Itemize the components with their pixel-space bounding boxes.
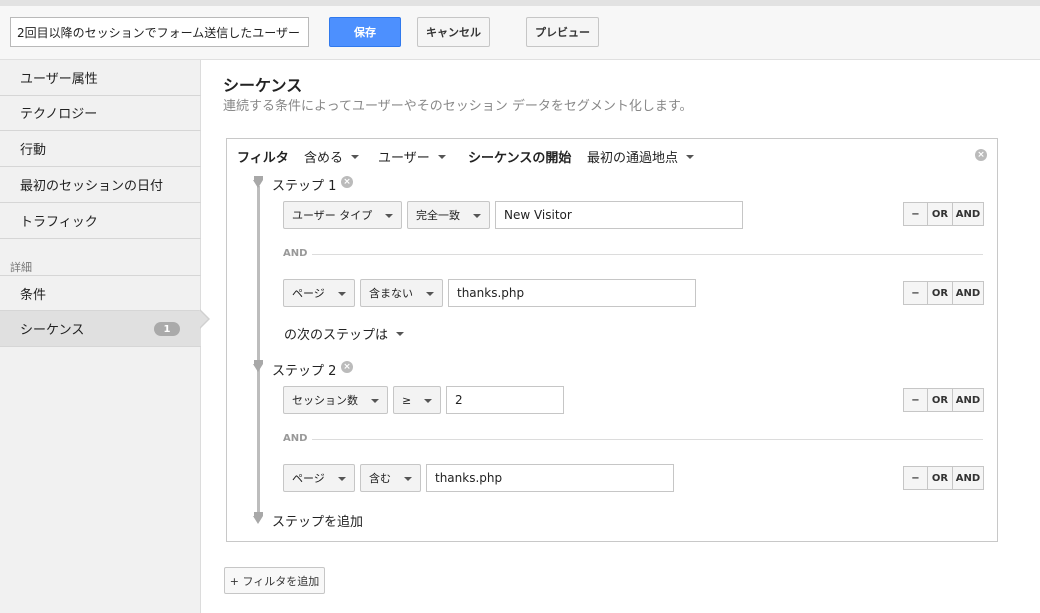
advanced-heading: 詳細 xyxy=(10,261,32,274)
sidebar-item-label: 最初のセッションの日付 xyxy=(20,179,164,194)
scope-value: ユーザー xyxy=(378,151,430,166)
chevron-down-icon xyxy=(338,292,346,296)
segment-name-input[interactable] xyxy=(10,17,309,47)
and-separator-label: AND xyxy=(283,248,308,259)
or-button[interactable]: OR xyxy=(928,388,953,412)
include-dropdown[interactable]: 含める xyxy=(304,147,360,166)
sequence-start-label: シーケンスの開始 xyxy=(468,151,572,166)
chevron-down-icon xyxy=(686,154,695,159)
remove-condition-button[interactable]: − xyxy=(903,281,928,305)
step1-cond2-operator-dropdown[interactable]: 含まない xyxy=(360,279,443,307)
sidebar-item-behavior[interactable]: 行動 xyxy=(0,131,201,167)
step2-cond2-dimension-dropdown[interactable]: ページ xyxy=(283,464,355,492)
page-subtitle: 連続する条件によってユーザーやそのセッション データをセグメント化します。 xyxy=(223,99,693,114)
scope-dropdown[interactable]: ユーザー xyxy=(378,147,446,166)
remove-filter-icon[interactable]: × xyxy=(975,149,987,161)
preview-button[interactable]: プレビュー xyxy=(526,17,599,47)
chevron-down-icon xyxy=(424,399,432,403)
step1-cond1-dimension-dropdown[interactable]: ユーザー タイプ xyxy=(283,201,402,229)
and-separator-line xyxy=(312,439,983,440)
sidebar-item-technology[interactable]: テクノロジー xyxy=(0,95,201,131)
or-button[interactable]: OR xyxy=(928,281,953,305)
step1-cond1-value-input[interactable] xyxy=(495,201,743,229)
remove-condition-button[interactable]: − xyxy=(903,202,928,226)
sidebar-item-demographics[interactable]: ユーザー属性 xyxy=(0,60,201,96)
sidebar-item-label: テクノロジー xyxy=(20,107,98,122)
and-separator-line xyxy=(312,254,983,255)
remove-step-1-icon[interactable]: × xyxy=(341,176,353,188)
chevron-down-icon xyxy=(385,214,393,218)
dropdown-value: セッション数 xyxy=(292,394,358,407)
remove-condition-button[interactable]: − xyxy=(903,388,928,412)
sidebar-item-label: 条件 xyxy=(20,287,47,303)
include-value: 含める xyxy=(304,151,344,166)
sidebar-item-sequences[interactable]: シーケンス 1 xyxy=(0,311,201,347)
chevron-down-icon xyxy=(404,477,412,481)
chevron-down-icon xyxy=(437,154,446,159)
step2-cond2-operator-dropdown[interactable]: 含む xyxy=(360,464,421,492)
dropdown-value: ≥ xyxy=(402,393,412,407)
and-button[interactable]: AND xyxy=(953,388,984,412)
remove-condition-button[interactable]: − xyxy=(903,466,928,490)
and-button[interactable]: AND xyxy=(953,281,984,305)
sidebar-item-label: ユーザー属性 xyxy=(20,72,98,87)
next-step-value: の次のステップは xyxy=(284,328,389,343)
add-step-link[interactable]: ステップを追加 xyxy=(272,511,363,530)
step2-cond1-dimension-dropdown[interactable]: セッション数 xyxy=(283,386,388,414)
next-step-dropdown[interactable]: の次のステップは xyxy=(284,324,405,343)
dropdown-value: 完全一致 xyxy=(416,209,460,222)
step1-cond1-operator-dropdown[interactable]: 完全一致 xyxy=(407,201,490,229)
cancel-button[interactable]: キャンセル xyxy=(417,17,490,47)
step-marker-icon xyxy=(253,516,263,524)
add-filter-button[interactable]: + フィルタを追加 xyxy=(224,567,325,594)
dropdown-value: 含まない xyxy=(369,287,413,300)
and-button[interactable]: AND xyxy=(953,466,984,490)
page-title: シーケンス xyxy=(223,76,303,95)
step-marker-icon xyxy=(253,364,263,372)
step-timeline xyxy=(257,186,260,514)
chevron-down-icon xyxy=(338,477,346,481)
sequence-start-dropdown[interactable]: 最初の通過地点 xyxy=(587,147,695,166)
step2-cond1-value-input[interactable] xyxy=(446,386,564,414)
filter-label: フィルタ xyxy=(237,151,289,166)
sidebar-item-label: シーケンス xyxy=(20,323,85,338)
dropdown-value: ユーザー タイプ xyxy=(292,209,373,222)
remove-step-2-icon[interactable]: × xyxy=(341,361,353,373)
step2-cond1-operator-dropdown[interactable]: ≥ xyxy=(393,386,441,414)
step1-cond2-dimension-dropdown[interactable]: ページ xyxy=(283,279,355,307)
count-badge: 1 xyxy=(154,322,180,336)
chevron-down-icon xyxy=(426,292,434,296)
or-button[interactable]: OR xyxy=(928,466,953,490)
save-button[interactable]: 保存 xyxy=(329,17,401,47)
sidebar-item-label: トラフィック xyxy=(20,215,98,230)
step-1-label: ステップ 1 xyxy=(272,179,337,194)
and-separator-label: AND xyxy=(283,433,308,444)
step-2-label: ステップ 2 xyxy=(272,364,337,379)
chevron-down-icon xyxy=(473,214,481,218)
active-pointer xyxy=(199,310,208,328)
dropdown-value: ページ xyxy=(292,472,325,485)
step1-cond2-value-input[interactable] xyxy=(448,279,696,307)
and-button[interactable]: AND xyxy=(953,202,984,226)
dropdown-value: 含む xyxy=(369,472,391,485)
or-button[interactable]: OR xyxy=(928,202,953,226)
chevron-down-icon xyxy=(396,331,405,336)
step-marker-icon xyxy=(253,180,263,188)
chevron-down-icon xyxy=(371,399,379,403)
sidebar: ユーザー属性 テクノロジー 行動 最初のセッションの日付 トラフィック 詳細 条… xyxy=(0,60,201,613)
sidebar-item-traffic[interactable]: トラフィック xyxy=(0,203,201,239)
step2-cond2-value-input[interactable] xyxy=(426,464,674,492)
sidebar-item-conditions[interactable]: 条件 xyxy=(0,275,201,311)
segment-header: 保存 キャンセル プレビュー xyxy=(0,6,1040,60)
chevron-down-icon xyxy=(351,154,360,159)
sequence-start-value: 最初の通過地点 xyxy=(587,151,679,166)
sidebar-item-first-session-date[interactable]: 最初のセッションの日付 xyxy=(0,167,201,203)
dropdown-value: ページ xyxy=(292,287,325,300)
sidebar-item-label: 行動 xyxy=(20,143,47,158)
